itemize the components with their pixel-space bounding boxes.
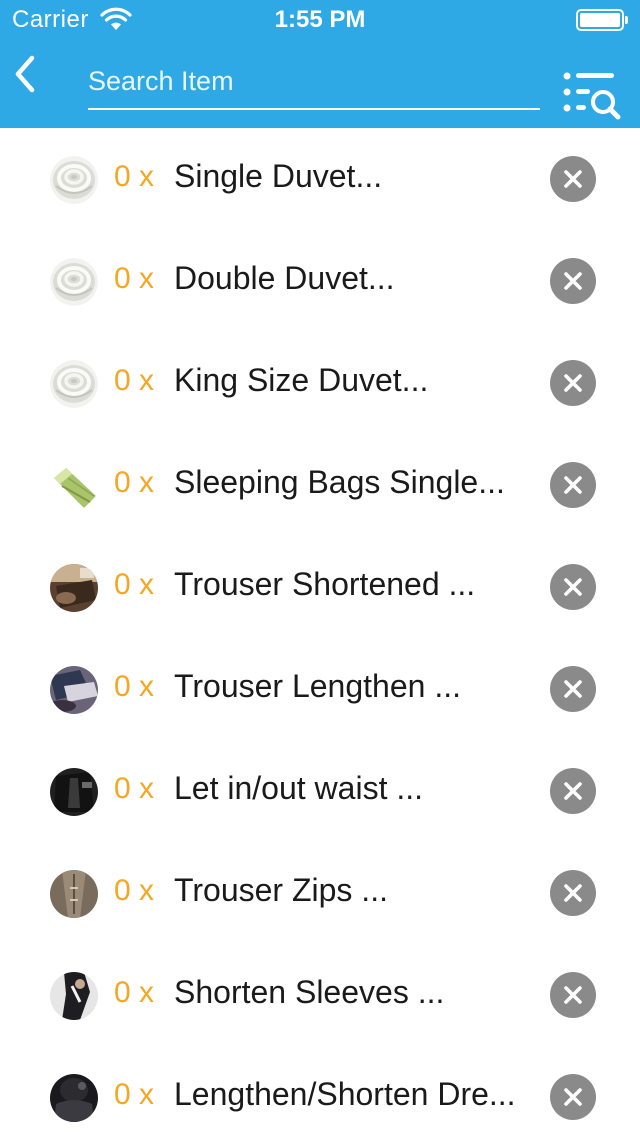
close-icon: [564, 578, 582, 596]
item-quantity: 0 x: [114, 772, 155, 805]
item-thumbnail: [50, 1074, 98, 1122]
item-name: Single Duvet...: [174, 158, 383, 194]
remove-item-button[interactable]: [550, 258, 596, 304]
item-thumbnail: [50, 462, 98, 510]
item-name: Trouser Zips ...: [174, 872, 388, 908]
item-name: Sleeping Bags Single...: [174, 464, 505, 500]
list-item[interactable]: 0 x Shorten Sleeves ...: [0, 944, 640, 1046]
remove-item-button[interactable]: [550, 870, 596, 916]
remove-item-button[interactable]: [550, 666, 596, 712]
list-item[interactable]: 0 x Double Duvet...: [0, 230, 640, 332]
battery-icon: [576, 9, 628, 31]
item-quantity: 0 x: [114, 364, 155, 397]
status-bar: Carrier 1:55 PM: [0, 0, 640, 40]
close-icon: [564, 476, 582, 494]
close-icon: [564, 170, 582, 188]
close-icon: [564, 272, 582, 290]
close-icon: [564, 782, 582, 800]
remove-item-button[interactable]: [550, 564, 596, 610]
list-search-icon: [563, 72, 621, 120]
navigation-header: Carrier 1:55 PM: [0, 0, 640, 128]
item-quantity: 0 x: [114, 874, 155, 907]
list-item[interactable]: 0 x Sleeping Bags Single...: [0, 434, 640, 536]
remove-item-button[interactable]: [550, 462, 596, 508]
close-icon: [564, 884, 582, 902]
item-name: Trouser Shortened ...: [174, 566, 476, 602]
remove-item-button[interactable]: [550, 972, 596, 1018]
list-item[interactable]: 0 x Lengthen/Shorten Dre...: [0, 1046, 640, 1136]
remove-item-button[interactable]: [550, 156, 596, 202]
item-thumbnail: [50, 666, 98, 714]
list-item[interactable]: 0 x Trouser Lengthen ...: [0, 638, 640, 740]
list-item[interactable]: 0 x Let in/out waist ...: [0, 740, 640, 842]
item-name: Double Duvet...: [174, 260, 395, 296]
back-button[interactable]: [8, 52, 48, 96]
filter-search-button[interactable]: [560, 68, 622, 124]
list-item[interactable]: 0 x Trouser Zips ...: [0, 842, 640, 944]
item-name: Let in/out waist ...: [174, 770, 424, 806]
item-thumbnail: [50, 156, 98, 204]
item-quantity: 0 x: [114, 1078, 155, 1111]
item-name: Shorten Sleeves ...: [174, 974, 445, 1010]
item-quantity: 0 x: [114, 976, 155, 1009]
item-thumbnail: [50, 360, 98, 408]
remove-item-button[interactable]: [550, 768, 596, 814]
chevron-left-icon: [15, 55, 35, 93]
item-name: Trouser Lengthen ...: [174, 668, 461, 704]
close-icon: [564, 1088, 582, 1106]
close-icon: [564, 374, 582, 392]
remove-item-button[interactable]: [550, 1074, 596, 1120]
close-icon: [564, 986, 582, 1004]
remove-item-button[interactable]: [550, 360, 596, 406]
item-thumbnail: [50, 972, 98, 1020]
item-quantity: 0 x: [114, 670, 155, 703]
list-item[interactable]: 0 x Trouser Shortened ...: [0, 536, 640, 638]
item-quantity: 0 x: [114, 466, 155, 499]
item-name: King Size Duvet...: [174, 362, 429, 398]
item-quantity: 0 x: [114, 568, 155, 601]
item-thumbnail: [50, 564, 98, 612]
search-input[interactable]: [88, 60, 540, 110]
list-item[interactable]: 0 x Single Duvet...: [0, 128, 640, 230]
item-name: Lengthen/Shorten Dre...: [174, 1076, 516, 1112]
list-item[interactable]: 0 x King Size Duvet...: [0, 332, 640, 434]
item-thumbnail: [50, 870, 98, 918]
item-list: 0 x Single Duvet... 0 x Double Duvet... 0 x K…: [0, 128, 640, 1136]
item-quantity: 0 x: [114, 160, 155, 193]
item-thumbnail: [50, 258, 98, 306]
item-thumbnail: [50, 768, 98, 816]
item-quantity: 0 x: [114, 262, 155, 295]
close-icon: [564, 680, 582, 698]
status-time: 1:55 PM: [274, 6, 366, 33]
